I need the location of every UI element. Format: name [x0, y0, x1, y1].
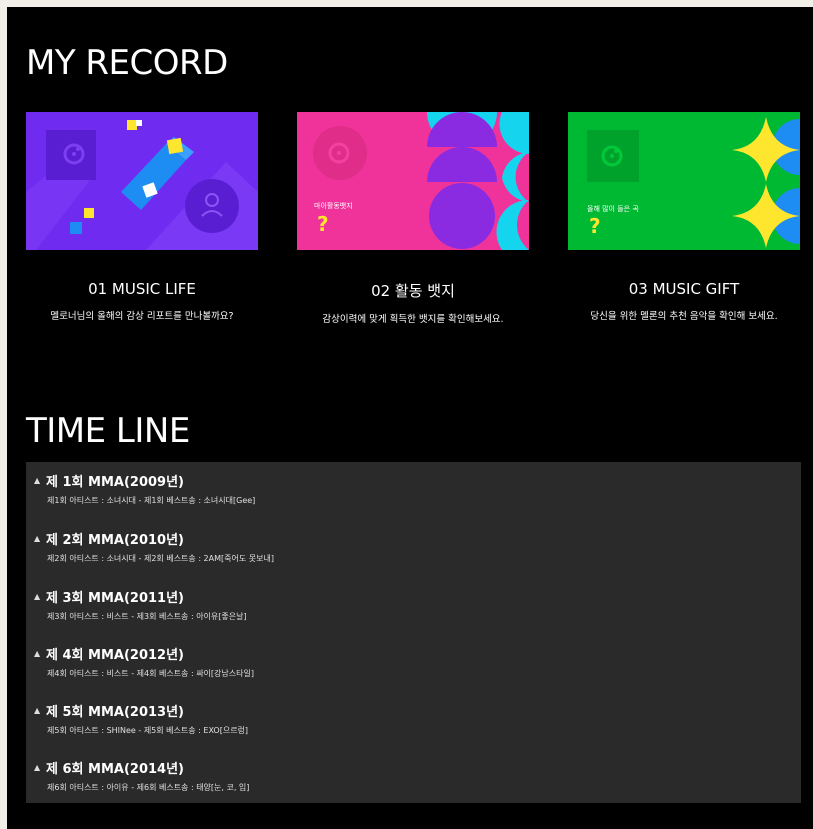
timeline-item-title: 제 1회 MMA(2009년)	[46, 475, 184, 490]
caret-up-icon: ▲	[34, 592, 41, 601]
card-title[interactable]: 01 MUSIC LIFE	[12, 280, 272, 298]
timeline-item[interactable]: ▲ 제 4회 MMA(2012년) 제4회 아티스트 : 비스트 - 제4회 베…	[34, 644, 254, 679]
music-life-caption: 01 MUSIC LIFE 멜로너님의 올해의 감상 리포트를 만나볼까요?	[12, 280, 272, 322]
timeline-item[interactable]: ▲ 제 5회 MMA(2013년) 제5회 아티스트 : SHINee - 제5…	[34, 701, 248, 736]
caret-up-icon: ▲	[34, 706, 41, 715]
caret-up-icon: ▲	[34, 476, 41, 485]
music-life-card[interactable]	[26, 112, 258, 250]
timeline-item-title: 제 6회 MMA(2014년)	[46, 762, 184, 777]
caret-up-icon: ▲	[34, 649, 41, 658]
gift-overlay-label: 올해 많이 들은 곡	[587, 205, 639, 213]
card-description: 감상이력에 맞게 획득한 뱃지를 확인해보세요.	[322, 314, 504, 325]
question-mark-icon: ?	[317, 212, 329, 236]
album-square-icon	[46, 130, 96, 180]
activity-badge-illustration	[297, 112, 529, 250]
music-gift-caption: 03 MUSIC GIFT 당신을 위한 멜론의 추천 음악을 확인해 보세요.	[554, 280, 813, 322]
music-life-illustration	[26, 112, 258, 250]
timeline-list: ▲ 제 1회 MMA(2009년) 제1회 아티스트 : 소녀시대 - 제1회 …	[26, 462, 801, 803]
timeline-item-title: 제 3회 MMA(2011년)	[46, 591, 184, 606]
badge-overlay-label: 마이활동뱃지	[314, 202, 353, 210]
timeline-item-title: 제 2회 MMA(2010년)	[46, 533, 184, 548]
card-description: 당신을 위한 멜론의 추천 음악을 확인해 보세요.	[590, 311, 778, 322]
caret-up-icon: ▲	[34, 534, 41, 543]
music-gift-illustration	[568, 112, 800, 250]
card-description: 멜로너님의 올해의 감상 리포트를 만나볼까요?	[50, 311, 234, 322]
timeline-item-title: 제 5회 MMA(2013년)	[46, 705, 184, 720]
card-title[interactable]: 03 MUSIC GIFT	[554, 280, 813, 298]
activity-badge-caption: 02 활동 뱃지 감상이력에 맞게 획득한 뱃지를 확인해보세요.	[283, 280, 543, 325]
card-title[interactable]: 02 활동 뱃지	[283, 280, 543, 301]
timeline-item[interactable]: ▲ 제 3회 MMA(2011년) 제3회 아티스트 : 비스트 - 제3회 베…	[34, 587, 247, 622]
timeline-item-title: 제 4회 MMA(2012년)	[46, 648, 184, 663]
music-gift-card[interactable]: 올해 많이 들은 곡 ?	[568, 112, 800, 250]
my-record-title: MY RECORD	[26, 43, 228, 83]
page: MY RECORD 마이활동뱃지 ? 올해 많이 들은 곡 ? 01 MUSIC…	[7, 7, 813, 829]
timeline-item-detail: 제1회 아티스트 : 소녀시대 - 제1회 베스트송 : 소녀시대[Gee]	[47, 496, 256, 505]
timeline-item[interactable]: ▲ 제 1회 MMA(2009년) 제1회 아티스트 : 소녀시대 - 제1회 …	[34, 471, 255, 506]
timeline-item-detail: 제4회 아티스트 : 비스트 - 제4회 베스트송 : 싸이[강남스타일]	[47, 669, 254, 678]
timeline-title: TIME LINE	[26, 411, 190, 451]
timeline-item[interactable]: ▲ 제 6회 MMA(2014년) 제6회 아티스트 : 아이유 - 제6회 베…	[34, 758, 249, 793]
activity-badge-card[interactable]: 마이활동뱃지 ?	[297, 112, 529, 250]
timeline-item-detail: 제2회 아티스트 : 소녀시대 - 제2회 베스트송 : 2AM[죽어도 못보내…	[47, 554, 274, 563]
timeline-item-detail: 제3회 아티스트 : 비스트 - 제3회 베스트송 : 아이유[좋은날]	[47, 612, 247, 621]
timeline-item-detail: 제5회 아티스트 : SHINee - 제5회 베스트송 : EXO[으르렁]	[47, 726, 249, 735]
timeline-item[interactable]: ▲ 제 2회 MMA(2010년) 제2회 아티스트 : 소녀시대 - 제2회 …	[34, 529, 274, 564]
caret-up-icon: ▲	[34, 763, 41, 772]
question-mark-icon: ?	[589, 214, 601, 238]
timeline-item-detail: 제6회 아티스트 : 아이유 - 제6회 베스트송 : 태양[눈, 코, 입]	[47, 783, 250, 792]
